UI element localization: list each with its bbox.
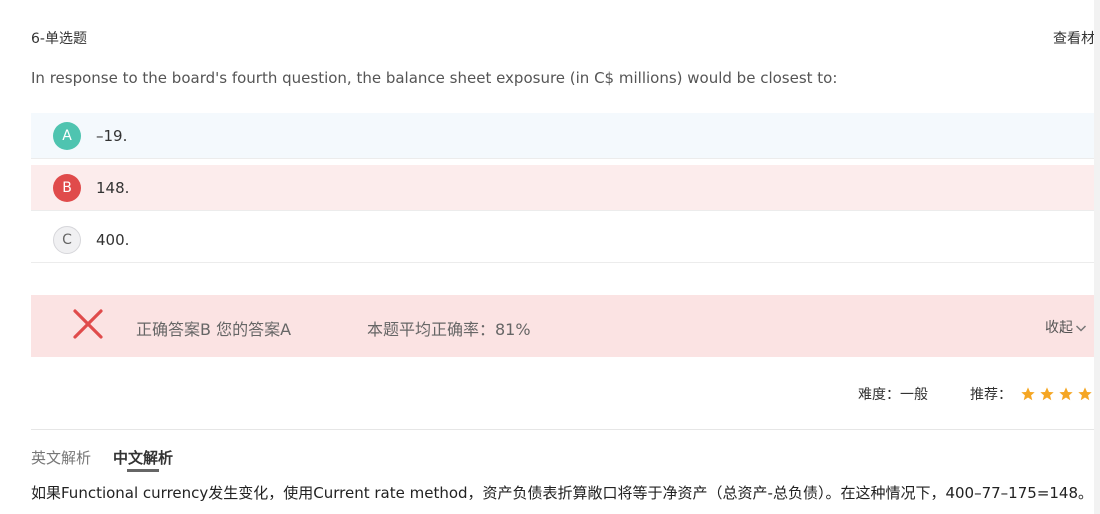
active-tab-indicator [127, 469, 159, 472]
option-a-letter: A [53, 121, 81, 150]
star-icon [1021, 387, 1035, 401]
result-bar: 正确答案B 您的答案A 本题平均正确率：81% 收起 [31, 295, 1100, 357]
star-icon [1078, 387, 1092, 401]
chevron-down-icon [1075, 325, 1087, 332]
section-divider [31, 429, 1100, 430]
average-correct-rate: 本题平均正确率：81% [367, 320, 531, 339]
collapse-button[interactable]: 收起 [1045, 317, 1087, 337]
wrong-x-icon [73, 309, 103, 339]
question-text: In response to the board's fourth questi… [31, 69, 838, 87]
option-a[interactable]: A –19. [31, 113, 1100, 159]
side-panel-edge [1094, 0, 1100, 514]
tab-english-explanation[interactable]: 英文解析 [31, 447, 91, 468]
recommend-stars [1020, 386, 1093, 402]
option-c[interactable]: C 400. [31, 217, 1100, 263]
recommend-label: 推荐： [970, 387, 1012, 403]
star-icon [1040, 387, 1054, 401]
tab-chinese-explanation[interactable]: 中文解析 [113, 447, 173, 468]
option-c-text: 400. [96, 230, 130, 249]
star-icon [1059, 387, 1073, 401]
question-page: 6-单选题 查看材 In response to the board's fou… [0, 0, 1100, 514]
option-a-text: –19. [96, 126, 128, 145]
difficulty-label: 难度：一般 [858, 387, 928, 403]
option-b[interactable]: B 148. [31, 165, 1100, 211]
option-b-text: 148. [96, 178, 130, 197]
answer-info: 正确答案B 您的答案A [136, 320, 292, 339]
view-material-link[interactable]: 查看材 [1053, 28, 1095, 48]
explanation-text: 如果Functional currency发生变化，使用Current rate… [31, 484, 1094, 502]
option-b-letter: B [53, 173, 81, 202]
option-c-letter: C [53, 225, 81, 254]
question-index: 6-单选题 [31, 31, 87, 47]
collapse-label: 收起 [1045, 320, 1073, 336]
